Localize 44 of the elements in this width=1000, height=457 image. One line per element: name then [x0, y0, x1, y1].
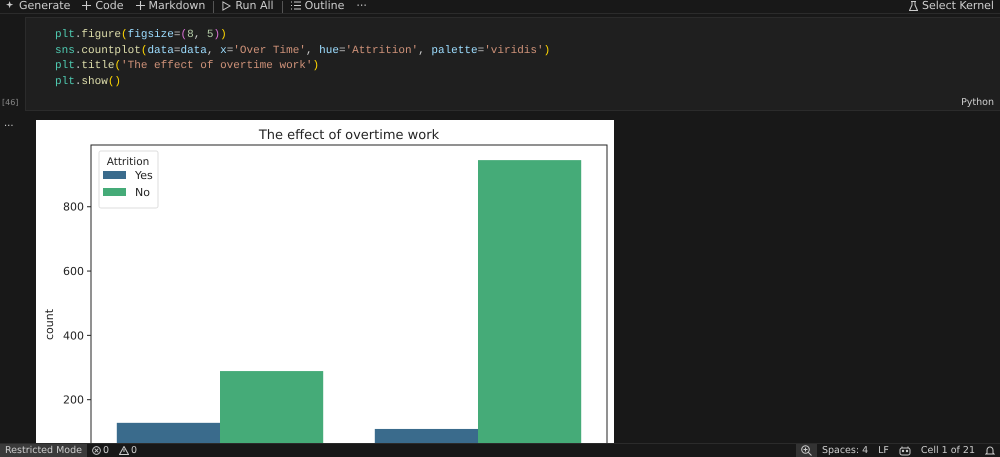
plus-icon: [82, 1, 92, 10]
toolbar-button[interactable]: Run All: [216, 0, 280, 12]
play-icon: [222, 0, 232, 10]
toolbar-button[interactable]: ···: [350, 0, 373, 12]
error-count-text: 0: [102, 445, 110, 456]
y-tick-label: 600: [63, 265, 84, 278]
zoom-icon[interactable]: [800, 445, 812, 456]
status-item[interactable]: Cell 1 of 21: [916, 444, 980, 457]
y-tick-label: 200: [63, 394, 84, 407]
legend-label: No: [135, 186, 150, 199]
code-cell[interactable]: plt.figure(figsize=(8, 5)) sns.countplot(data=data, x='Over Time', hue='Attrition', palette='viridis') plt.title('The effect of overtime work') plt.show() Python: [25, 17, 1000, 111]
sparkle-icon: [6, 1, 15, 10]
error-icon: [92, 446, 101, 455]
execution-count: [46]: [1, 98, 18, 107]
toolbar-button[interactable]: Outline: [284, 0, 350, 12]
toolbar-button[interactable]: Code: [76, 0, 130, 12]
code-line: plt.figure(figsize=(8, 5)): [55, 28, 228, 43]
output-menu[interactable]: ...: [0, 120, 36, 443]
list-icon: [290, 1, 301, 10]
language-label[interactable]: Python: [961, 97, 994, 108]
warning-icon: [119, 446, 130, 455]
code-line: plt.show(): [55, 75, 122, 90]
robot-icon[interactable]: [898, 446, 911, 456]
warning-count[interactable]: 0: [114, 444, 142, 457]
y-tick-label: 400: [63, 329, 84, 342]
bell-icon[interactable]: [985, 445, 995, 456]
flask-icon: [909, 0, 918, 10]
code-line: sns.countplot(data=data, x='Over Time', hue='Attrition', palette='viridis'): [55, 44, 552, 59]
toolbar-button[interactable]: Generate: [0, 0, 76, 12]
y-tick-label: 800: [63, 200, 84, 214]
y-axis-label: count: [43, 308, 56, 340]
kernel-picker[interactable]: Select Kernel: [903, 0, 1000, 12]
chart-legend: [98, 150, 158, 208]
legend-label: Yes: [134, 169, 154, 182]
status-item[interactable]: LF: [873, 444, 894, 457]
chart-title: The effect of overtime work: [258, 128, 440, 143]
restricted-mode-indicator[interactable]: Restricted Mode: [0, 444, 87, 457]
chart-title: Attrition: [106, 156, 150, 168]
plus-icon: [136, 1, 145, 10]
status-item[interactable]: Spaces: 4: [816, 444, 874, 457]
error-count[interactable]: 0: [86, 444, 114, 457]
code-line: plt.title('The effect of overtime work'): [55, 59, 320, 74]
warning-count-text: 0: [131, 445, 138, 456]
toolbar-button[interactable]: Markdown: [130, 0, 212, 12]
